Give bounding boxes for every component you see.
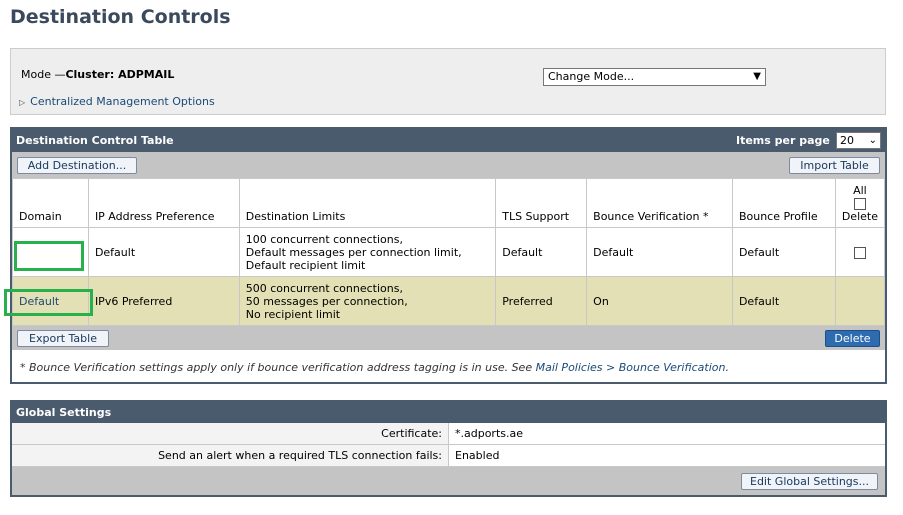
select-all-label: All	[853, 184, 867, 197]
bounce-verification-cell: Default	[586, 227, 733, 277]
limit-line: 500 concurrent connections,	[245, 281, 403, 295]
items-per-page-label: Items per page	[736, 134, 830, 147]
ip-preference-cell: IPv6 Preferred	[87, 276, 240, 326]
items-per-page-value: 20	[840, 134, 854, 147]
mode-line: Mode —Cluster: ADPMAIL	[21, 68, 174, 81]
bounce-profile-cell: Default	[731, 276, 836, 326]
cluster-name: Cluster: ADPMAIL	[65, 68, 175, 81]
delete-cell	[834, 276, 886, 326]
destination-table: Domain IP Address Preference Destination…	[12, 178, 886, 326]
global-settings-footer: Edit Global Settings...	[12, 467, 885, 495]
certificate-value: *.adports.ae	[455, 427, 524, 440]
footnote-end: .	[725, 361, 729, 374]
change-mode-select[interactable]: Change Mode... ▼	[543, 68, 766, 86]
col-domain: Domain	[12, 178, 89, 228]
limit-line: No recipient limit	[245, 307, 341, 321]
mode-prefix: Mode —	[21, 68, 66, 81]
col-ip-preference: IP Address Preference	[87, 178, 240, 228]
triangle-right-icon: ▷	[19, 98, 26, 107]
cm-options-label: Centralized Management Options	[30, 95, 215, 108]
row-delete-checkbox[interactable]	[853, 246, 866, 259]
tls-alert-label: Send an alert when a required TLS connec…	[12, 445, 449, 466]
destination-control-table-panel: Destination Control Table Items per page…	[10, 127, 887, 384]
change-mode-value: Change Mode...	[548, 70, 635, 83]
destination-limits-cell: 500 concurrent connections, 50 messages …	[238, 276, 497, 326]
import-table-button[interactable]: Import Table	[789, 157, 880, 174]
global-settings-title: Global Settings	[16, 406, 112, 419]
mode-panel: Mode —Cluster: ADPMAIL Change Mode... ▼ …	[10, 48, 886, 115]
centralized-management-options-toggle[interactable]: ▷ Centralized Management Options	[19, 95, 215, 108]
delete-column-label: Delete	[841, 210, 878, 223]
global-settings-panel: Global Settings Certificate: *.adports.a…	[10, 400, 887, 497]
highlight-box-default-domain	[4, 289, 93, 316]
col-bounce-profile: Bounce Profile	[731, 178, 836, 228]
col-tls-support: TLS Support	[495, 178, 588, 228]
export-table-button[interactable]: Export Table	[17, 330, 109, 347]
table-row: Default 100 concurrent connections, Defa…	[12, 227, 886, 277]
dct-title: Destination Control Table	[16, 134, 174, 147]
ip-preference-cell: Default	[87, 227, 240, 277]
footnote-text: * Bounce Verification settings apply onl…	[20, 361, 536, 374]
dct-bottom-toolbar: Export Table Delete	[12, 326, 885, 350]
global-settings-header: Global Settings	[12, 402, 885, 423]
dct-header: Destination Control Table Items per page…	[12, 129, 885, 152]
limit-line: 50 messages per connection,	[245, 294, 408, 308]
delete-button[interactable]: Delete	[825, 330, 880, 347]
tls-alert-row: Send an alert when a required TLS connec…	[12, 445, 885, 467]
page-title: Destination Controls	[10, 6, 231, 28]
bounce-verification-link[interactable]: Mail Policies > Bounce Verification	[536, 361, 726, 374]
tls-alert-value: Enabled	[455, 449, 500, 462]
col-delete: All Delete	[834, 178, 886, 228]
destination-limits-cell: 100 concurrent connections, Default mess…	[238, 227, 497, 277]
bounce-verification-cell: On	[586, 276, 733, 326]
table-header-row: Domain IP Address Preference Destination…	[12, 178, 886, 228]
add-destination-button[interactable]: Add Destination...	[17, 157, 137, 174]
limit-line: Default messages per connection limit,	[245, 245, 462, 259]
delete-cell	[834, 227, 886, 277]
bounce-profile-cell: Default	[731, 227, 836, 277]
chevron-down-icon: ⌄	[868, 135, 877, 146]
col-destination-limits: Destination Limits	[238, 178, 497, 228]
tls-support-cell: Preferred	[495, 276, 588, 326]
tls-support-cell: Default	[495, 227, 588, 277]
dct-top-toolbar: Add Destination... Import Table	[12, 152, 885, 178]
certificate-label: Certificate:	[12, 423, 449, 444]
items-per-page-select[interactable]: 20 ⌄	[836, 132, 881, 149]
limit-line: Default recipient limit	[245, 258, 366, 272]
limit-line: 100 concurrent connections,	[245, 232, 403, 246]
edit-global-settings-button[interactable]: Edit Global Settings...	[741, 473, 878, 490]
bounce-verification-footnote: * Bounce Verification settings apply onl…	[20, 361, 729, 374]
highlight-box-empty-domain	[14, 241, 84, 271]
certificate-row: Certificate: *.adports.ae	[12, 423, 885, 445]
col-bounce-verification: Bounce Verification *	[586, 178, 733, 228]
select-all-checkbox[interactable]	[853, 198, 866, 210]
table-row-default: Default IPv6 Preferred 500 concurrent co…	[12, 276, 886, 326]
chevron-down-icon: ▼	[753, 71, 761, 82]
